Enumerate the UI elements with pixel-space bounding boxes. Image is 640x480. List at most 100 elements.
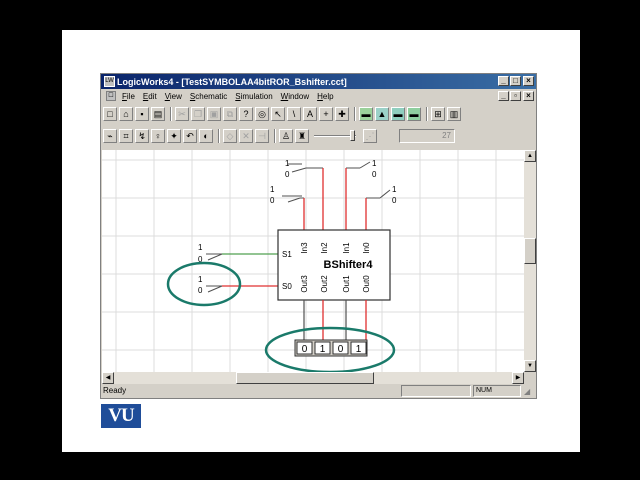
logicworks-icon[interactable]: LW [104, 76, 115, 87]
vertical-scroll-thumb[interactable] [524, 238, 536, 264]
scroll-up-icon[interactable]: ▲ [524, 150, 536, 162]
probe-out2: 1 [320, 344, 326, 355]
speed-slider-thumb[interactable] [350, 130, 355, 141]
switch-in0-lo: 0 [392, 196, 397, 205]
palette-1-icon[interactable]: ▬ [359, 107, 373, 121]
switch-s0-hi: 1 [198, 275, 203, 284]
pin-in3: In3 [300, 242, 309, 254]
pin-in1: In1 [342, 242, 351, 254]
palette-2-icon[interactable]: ▲ [375, 107, 389, 121]
switch-s0-lo: 0 [198, 286, 203, 295]
zoom-field[interactable]: 27 [399, 129, 455, 143]
palette-3-icon[interactable]: ▬ [391, 107, 405, 121]
new-file-icon[interactable]: □ [103, 107, 117, 121]
status-bar: Ready NUM ◢ [101, 384, 536, 398]
run-icon[interactable]: ♜ [295, 129, 309, 143]
scroll-right-icon[interactable]: ▶ [512, 372, 524, 384]
window-title: LogicWorks4 - [TestSYMBOLAA4bitROR_Bshif… [117, 76, 347, 87]
minimize-icon: _ [501, 91, 506, 100]
restore-icon: □ [513, 76, 518, 85]
menu-schematic[interactable]: Schematic [190, 92, 227, 101]
simulation-toolbar: ⌁ ⌗ ↯ ♀ ✦ ↶ ◐ ◇ ✕ ⊣ ♙ ♜ ⋰ [103, 127, 379, 145]
binary-probes: 0 1 0 1 [294, 339, 368, 357]
copy-icon[interactable]: ❐ [191, 107, 205, 121]
restore-icon: ▫ [514, 91, 517, 100]
horizontal-scroll-thumb[interactable] [236, 372, 374, 384]
pause-icon[interactable]: ⋰ [363, 129, 377, 143]
menu-window[interactable]: Window [281, 92, 309, 101]
pin-s0: S0 [282, 282, 292, 291]
switch-in0-hi: 1 [392, 185, 397, 194]
vu-logo: VU [101, 404, 141, 428]
open-file-icon[interactable]: ⌂ [119, 107, 133, 121]
switch-in2-lo: 0 [270, 196, 275, 205]
horizontal-scrollbar[interactable]: ◀ ▶ [102, 372, 524, 384]
save-icon[interactable]: ▪ [135, 107, 149, 121]
pin-in0: In0 [362, 242, 371, 254]
menu-edit[interactable]: Edit [143, 92, 157, 101]
menu-view[interactable]: View [165, 92, 182, 101]
schematic-tool-4-icon[interactable]: ♀ [151, 129, 165, 143]
chip-icon[interactable]: ⊞ [431, 107, 445, 121]
select-wires [206, 253, 278, 293]
pin-in2: In2 [320, 242, 329, 254]
schematic-tool-1-icon[interactable]: ⌁ [103, 129, 117, 143]
speed-slider[interactable] [314, 130, 356, 141]
doc-close-button[interactable]: × [523, 91, 534, 101]
scroll-left-icon[interactable]: ◀ [102, 372, 114, 384]
probe-out1: 0 [338, 344, 344, 355]
diamond-tool-icon[interactable]: ◇ [223, 129, 237, 143]
schematic-tool-2-icon[interactable]: ⌗ [119, 129, 133, 143]
probe-tool-icon[interactable]: ✚ [335, 107, 349, 121]
zoom-help-icon[interactable]: ◎ [255, 107, 269, 121]
print-icon[interactable]: ▤ [151, 107, 165, 121]
pin-out2: Out2 [320, 275, 329, 293]
pin-s1: S1 [282, 250, 292, 259]
schematic-tool-3-icon[interactable]: ↯ [135, 129, 149, 143]
text-tool-icon[interactable]: A [303, 107, 317, 121]
step-tool-icon[interactable]: ⊣ [255, 129, 269, 143]
doc-restore-button[interactable]: ▫ [510, 91, 521, 101]
cut-icon[interactable]: ✂ [175, 107, 189, 121]
undo-icon[interactable]: ↶ [183, 129, 197, 143]
minimize-button[interactable]: _ [498, 76, 509, 86]
status-panel [401, 385, 471, 397]
probe-out3: 0 [302, 344, 308, 355]
schematic-tool-6-icon[interactable]: ◐ [199, 129, 213, 143]
walk-icon[interactable]: ♙ [279, 129, 293, 143]
document-icon[interactable]: ☐ [106, 91, 116, 101]
duplicate-icon[interactable]: ⧉ [223, 107, 237, 121]
pin-out0: Out0 [362, 275, 371, 293]
switch-in3-lo: 0 [285, 170, 290, 179]
help-icon[interactable]: ? [239, 107, 253, 121]
probe-out0: 1 [356, 344, 362, 355]
menu-file[interactable]: File [122, 92, 135, 101]
doc-minimize-button[interactable]: _ [498, 91, 509, 101]
standard-toolbar: □ ⌂ ▪ ▤ ✂ ❐ ▣ ⧉ ? ◎ ↖ \ A + ✚ ▬ ▲ ▬ ▬ ⊞ … [103, 105, 463, 123]
resize-grip-icon[interactable]: ◢ [524, 387, 530, 396]
x-tool-icon[interactable]: ✕ [239, 129, 253, 143]
bshifter4-device[interactable]: BShifter4 S1 S0 In3 In2 In1 In0 Out3 Out… [277, 229, 391, 301]
paste-icon[interactable]: ▣ [207, 107, 221, 121]
schematic-tool-5-icon[interactable]: ✦ [167, 129, 181, 143]
wire-tool-icon[interactable]: \ [287, 107, 301, 121]
close-button[interactable]: × [523, 76, 534, 86]
title-bar[interactable]: LogicWorks4 - [TestSYMBOLAA4bitROR_Bshif… [101, 74, 536, 89]
schematic-canvas[interactable]: 1 0 1 0 1 0 1 0 1 0 1 0 BShifter4 S1 S0 … [102, 150, 524, 372]
pin-out1: Out1 [342, 275, 351, 293]
num-lock-indicator: NUM [473, 385, 521, 397]
palette-4-icon[interactable]: ▬ [407, 107, 421, 121]
menu-simulation[interactable]: Simulation [235, 92, 272, 101]
maximize-button[interactable]: □ [510, 76, 521, 86]
output-wires [303, 300, 367, 340]
scroll-down-icon[interactable]: ▼ [524, 360, 536, 372]
timing-icon[interactable]: ▥ [447, 107, 461, 121]
pointer-tool-icon[interactable]: ↖ [271, 107, 285, 121]
switch-in2-hi: 1 [270, 185, 275, 194]
menu-help[interactable]: Help [317, 92, 333, 101]
status-text: Ready [103, 386, 127, 395]
switch-s1-hi: 1 [198, 243, 203, 252]
vertical-scrollbar[interactable]: ▲ ▼ [524, 150, 536, 372]
crosshair-tool-icon[interactable]: + [319, 107, 333, 121]
select-highlight-ellipse [166, 261, 242, 307]
